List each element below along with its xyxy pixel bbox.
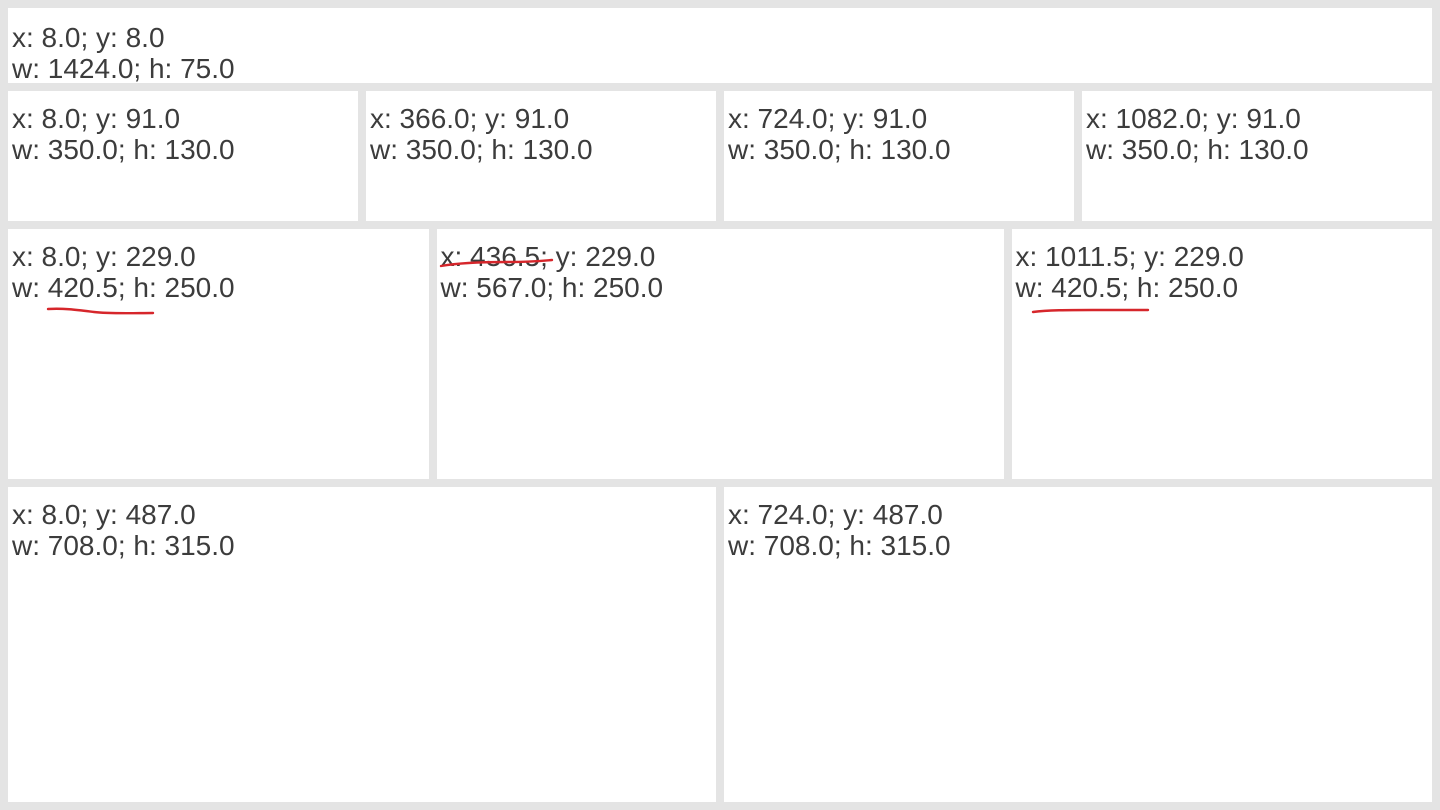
panel-header-size: w: 1424.0; h: 75.0 <box>12 53 235 83</box>
panel-bottom-right-position: x: 724.0; y: 487.0 <box>728 499 943 530</box>
panel-card-1-position: x: 8.0; y: 91.0 <box>12 103 181 134</box>
panel-middle-right: x: 1011.5; y: 229.0 w: 420.5; h: 250.0 <box>1011 229 1432 479</box>
panel-middle-right-position: x: 1011.5; y: 229.0 <box>1015 241 1244 272</box>
panel-middle-left-position: x: 8.0; y: 229.0 <box>12 241 196 272</box>
panel-card-2: x: 366.0; y: 91.0 w: 350.0; h: 130.0 <box>366 91 716 221</box>
panel-card-4-position: x: 1082.0; y: 91.0 <box>1086 103 1301 134</box>
panel-bottom-left: x: 8.0; y: 487.0 w: 708.0; h: 315.0 <box>8 487 716 802</box>
panel-card-3-position: x: 724.0; y: 91.0 <box>728 103 928 134</box>
panel-header-position: x: 8.0; y: 8.0 <box>12 22 165 53</box>
panel-card-2-position: x: 366.0; y: 91.0 <box>370 103 570 134</box>
panel-card-4: x: 1082.0; y: 91.0 w: 350.0; h: 130.0 <box>1082 91 1432 221</box>
panel-card-2-size: w: 350.0; h: 130.0 <box>370 134 593 165</box>
panel-middle-center: x: 436.5; y: 229.0 w: 567.0; h: 250.0 <box>436 229 1004 479</box>
panel-bottom-left-size: w: 708.0; h: 315.0 <box>12 530 235 561</box>
panel-middle-center-position: x: 436.5; y: 229.0 <box>440 241 656 272</box>
panel-bottom-right-size: w: 708.0; h: 315.0 <box>728 530 951 561</box>
panel-middle-right-size: w: 420.5; h: 250.0 <box>1015 272 1239 303</box>
panel-middle-left: x: 8.0; y: 229.0 w: 420.5; h: 250.0 <box>8 229 429 479</box>
panel-middle-center-size: w: 567.0; h: 250.0 <box>440 272 664 303</box>
panel-header: x: 8.0; y: 8.0 w: 1424.0; h: 75.0 <box>8 8 1432 83</box>
panel-card-1: x: 8.0; y: 91.0 w: 350.0; h: 130.0 <box>8 91 358 221</box>
panel-middle-left-size: w: 420.5; h: 250.0 <box>12 272 235 303</box>
panel-card-3: x: 724.0; y: 91.0 w: 350.0; h: 130.0 <box>724 91 1074 221</box>
panel-card-3-size: w: 350.0; h: 130.0 <box>728 134 951 165</box>
panel-card-4-size: w: 350.0; h: 130.0 <box>1086 134 1309 165</box>
panel-bottom-left-position: x: 8.0; y: 487.0 <box>12 499 196 530</box>
panel-bottom-right: x: 724.0; y: 487.0 w: 708.0; h: 315.0 <box>724 487 1432 802</box>
panel-card-1-size: w: 350.0; h: 130.0 <box>12 134 235 165</box>
